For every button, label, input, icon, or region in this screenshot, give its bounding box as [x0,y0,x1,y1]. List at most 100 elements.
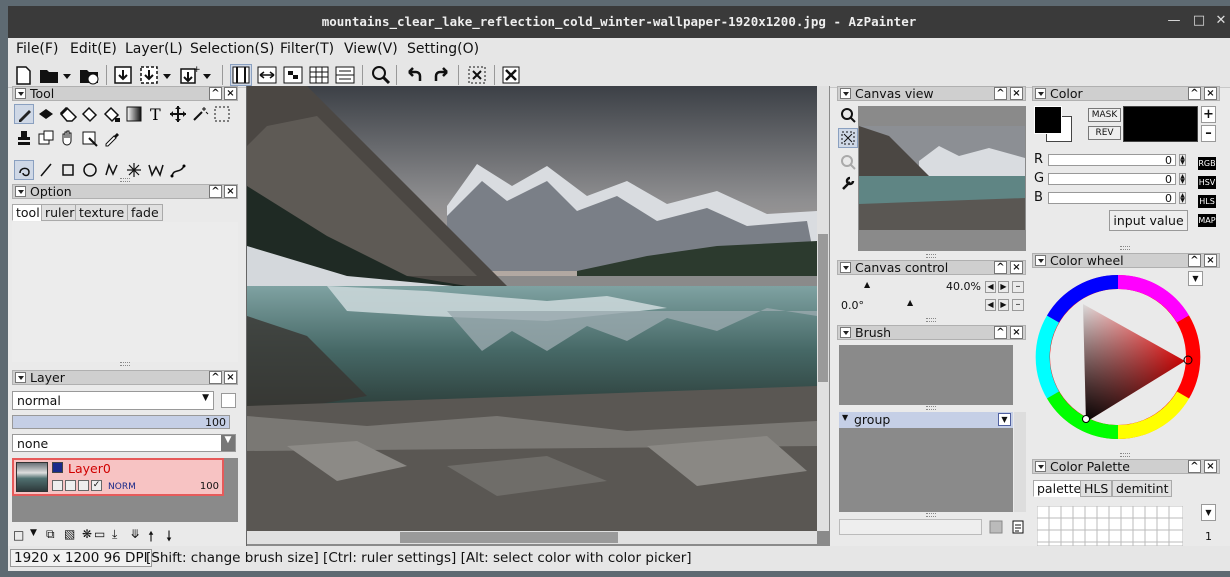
maximize-icon[interactable]: □ [1190,12,1208,30]
text-tool-icon[interactable]: T [146,104,166,124]
open-recent-icon[interactable] [78,64,100,86]
save-dropdown-icon[interactable] [162,64,172,86]
tab-ruler[interactable]: ruler [41,204,79,221]
panel-resize-grip[interactable] [926,406,936,410]
zoom-right-button[interactable]: ▶ [998,281,1009,293]
fill-erase-tool-icon[interactable] [102,104,122,124]
color-palette-panel-header[interactable]: Color Palette ^ × [1032,459,1220,474]
mode-hls-button[interactable]: HLS [1198,195,1216,208]
collapse-icon[interactable] [840,88,851,99]
panel-resize-grip[interactable] [1120,453,1130,457]
channel-spin-r[interactable]: ▲ ▼ [1179,154,1186,166]
group-expand-icon[interactable]: ▼ [842,413,848,422]
collapse-icon[interactable] [15,372,26,383]
layer-row[interactable]: Layer0 ✓ NORM 100 [12,458,224,496]
float-panel-icon[interactable]: ^ [994,87,1007,100]
save-as-icon[interactable] [138,64,160,86]
new-file-icon[interactable] [12,64,34,86]
menu-layer[interactable]: Layer(L) [125,41,183,57]
channel-slider-r[interactable]: 0 [1048,154,1176,167]
rectangle-subtool-icon[interactable] [58,160,78,180]
foreground-color-swatch[interactable] [1034,106,1062,134]
menu-filter[interactable]: Filter(T) [280,41,334,57]
color-wheel-panel-header[interactable]: Color wheel ^ × [1032,253,1220,268]
rev-button[interactable]: REV [1088,126,1121,140]
brush-scrollbar[interactable] [1014,412,1026,512]
delete-layer-icon[interactable]: ▭ [94,527,105,541]
panel-layout-icon[interactable] [230,64,252,86]
save-brush-icon[interactable] [988,519,1004,535]
color-panel-header[interactable]: Color ^ × [1032,86,1220,101]
menu-edit[interactable]: Edit(E) [70,41,117,57]
menu-selection[interactable]: Selection(S) [190,41,274,57]
blend-mode-select[interactable]: normal ▼ [12,391,214,410]
zoom-left-button[interactable]: ◀ [985,281,996,293]
input-value-button[interactable]: input value [1109,210,1188,231]
concentric-subtool-icon[interactable] [124,160,144,180]
close-panel-icon[interactable]: × [1204,87,1217,100]
canvas-view-preview[interactable] [858,106,1026,251]
scrollbar-thumb[interactable] [818,234,828,382]
close-panel-icon[interactable]: × [1204,254,1217,267]
open-folder-icon[interactable] [38,64,60,86]
mode-hsv-button[interactable]: HSV [1198,176,1216,189]
select-all-icon[interactable] [466,64,488,86]
eraser-tool-icon[interactable] [58,104,78,124]
clear-layer-icon[interactable]: ❋ [82,527,92,541]
export-dropdown-icon[interactable] [202,64,212,86]
group-menu-icon[interactable]: ▼ [998,413,1011,426]
brush-tool-icon[interactable] [14,104,34,124]
float-panel-icon[interactable]: ^ [994,326,1007,339]
close-icon[interactable]: ✕ [1212,12,1230,30]
line-subtool-icon[interactable] [36,160,56,180]
polyline-subtool-icon[interactable] [102,160,122,180]
collapse-icon[interactable] [1035,255,1046,266]
float-panel-icon[interactable]: ^ [209,371,222,384]
float-panel-icon[interactable]: ^ [1188,254,1201,267]
layer-lock-icon[interactable] [65,480,76,491]
zoom-out-icon[interactable] [839,153,857,171]
tab-hls[interactable]: HLS [1080,480,1113,497]
close-panel-icon[interactable]: × [1010,87,1023,100]
mode-rgb-button[interactable]: RGB [1198,157,1216,170]
channel-slider-b[interactable]: 0 [1048,192,1176,205]
collapse-icon[interactable] [15,186,26,197]
freehand-subtool-icon[interactable] [14,160,34,180]
channel-spin-g[interactable]: ▲ ▼ [1179,173,1186,185]
select-rect-tool-icon[interactable] [212,104,232,124]
canvas-area[interactable] [246,86,830,546]
stamp-tool-icon[interactable] [14,128,34,148]
move-tool-icon[interactable] [168,104,188,124]
checker-view-icon[interactable] [282,64,304,86]
mode-map-button[interactable]: MAP [1198,214,1216,227]
zoom-icon[interactable] [370,64,392,86]
panel-resize-grip[interactable] [926,513,936,517]
split-grid-icon[interactable] [334,64,356,86]
layer-fill-icon[interactable] [78,480,89,491]
color-picker-icon[interactable] [102,128,122,148]
canvas-image[interactable] [247,86,817,531]
tab-texture[interactable]: texture [75,204,129,221]
brush-name-field[interactable] [839,519,982,535]
tab-tool[interactable]: tool [12,204,44,221]
fill-tool-icon[interactable] [80,104,100,124]
zoom-slider-handle[interactable]: ▲ [864,280,870,289]
angle-left-button[interactable]: ◀ [985,299,996,311]
layer-panel-header[interactable]: Layer ^ × [12,370,238,385]
tab-demitint[interactable]: demitint [1112,480,1173,497]
panel-resize-grip[interactable] [120,178,130,182]
menu-view[interactable]: View(V) [344,41,398,57]
channel-slider-g[interactable]: 0 [1048,173,1176,186]
channel-spin-b[interactable]: ▲ ▼ [1179,192,1186,204]
merge-down-icon[interactable]: ⤓ [112,527,117,542]
float-panel-icon[interactable]: ^ [209,185,222,198]
brush-list-icon[interactable] [1011,519,1027,535]
panel-resize-grip[interactable] [120,362,130,366]
dot-pen-tool-icon[interactable] [36,104,56,124]
new-layer-icon[interactable]: □ [13,528,24,542]
fit-width-icon[interactable] [256,64,278,86]
tab-fade[interactable]: fade [127,204,163,221]
palette-grid[interactable] [1037,506,1183,546]
canvas-rotate-tool-icon[interactable] [36,128,56,148]
panel-resize-grip[interactable] [926,254,936,258]
